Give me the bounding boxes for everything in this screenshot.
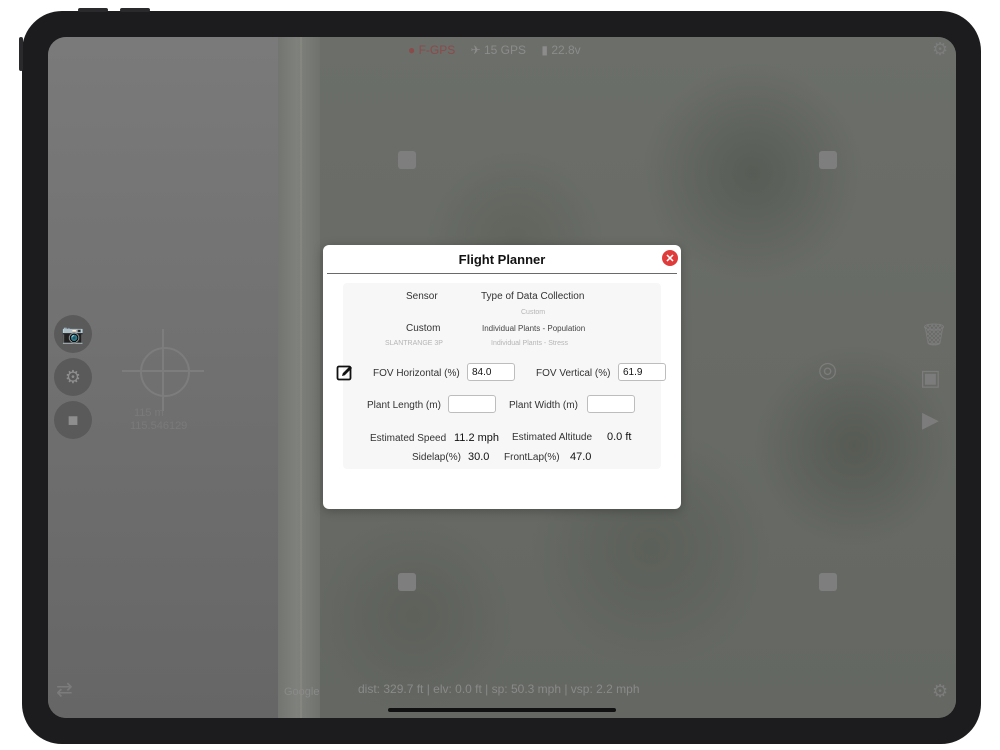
camera-icon: 📷: [61, 323, 85, 344]
sidelap-label: Sidelap(%): [412, 452, 461, 463]
edit-icon[interactable]: [336, 364, 354, 382]
settings-button[interactable]: ⚙: [54, 358, 92, 396]
plant-length-label: Plant Length (m): [367, 400, 441, 411]
waypoint-marker[interactable]: [398, 151, 416, 169]
est-altitude-label: Estimated Altitude: [512, 432, 593, 443]
fov-vertical-input[interactable]: [618, 363, 666, 381]
modal-title: Flight Planner: [458, 252, 546, 267]
title-divider: [327, 273, 677, 274]
home-indicator[interactable]: [388, 708, 616, 712]
coords-line1: 115 m: [134, 407, 164, 419]
frontlap-label: FrontLap(%): [504, 452, 560, 463]
waypoint-marker[interactable]: [398, 573, 416, 591]
est-speed-value: 11.2 mph: [454, 432, 500, 444]
save-icon[interactable]: ▣: [920, 365, 941, 391]
crosshair-icon: [140, 347, 190, 397]
video-button[interactable]: ■: [54, 401, 92, 439]
battery-indicator: ▮ 22.8v: [541, 43, 581, 57]
plant-width-input[interactable]: [587, 395, 635, 413]
gear-icon: ⚙: [64, 366, 82, 387]
fov-horizontal-label: FOV Horizontal (%): [373, 368, 460, 379]
status-bar: ● F-GPS ✈ 15 GPS ▮ 22.8v: [408, 43, 593, 57]
play-icon[interactable]: ▶: [922, 407, 939, 433]
close-button[interactable]: ✕: [662, 250, 678, 266]
flight-planner-modal: Flight Planner ✕ Sensor Type of Data Col…: [323, 245, 681, 509]
trash-icon[interactable]: 🗑: [920, 322, 948, 348]
crosshair-vertical: [162, 329, 164, 411]
est-altitude-value: 0.0 ft: [607, 431, 632, 443]
top-gear-icon[interactable]: ⚙: [932, 39, 948, 60]
sidelap-value: 30.0: [468, 451, 490, 463]
type-header: Type of Data Collection: [481, 291, 585, 302]
plant-length-input[interactable]: [448, 395, 496, 413]
sensor-header: Sensor: [406, 291, 438, 302]
plant-width-label: Plant Width (m): [509, 400, 578, 411]
type-faint: Custom: [521, 309, 546, 316]
type-faint2: Individual Plants - Stress: [491, 340, 569, 347]
volume-up-button: [78, 8, 108, 12]
bottom-gear-icon[interactable]: ⚙: [932, 681, 948, 702]
fgps-indicator: ● F-GPS: [408, 43, 456, 57]
type-value[interactable]: Individual Plants - Population: [482, 324, 585, 333]
gps-count: ✈ 15 GPS: [470, 43, 527, 57]
map-attribution: Google: [284, 686, 320, 698]
fov-vertical-label: FOV Vertical (%): [536, 368, 611, 379]
map-road: [278, 37, 320, 718]
coords-line2: 115.546129: [130, 420, 188, 432]
telemetry-bar: dist: 329.7 ft | elv: 0.0 ft | sp: 50.3 …: [358, 682, 640, 696]
swap-icon[interactable]: ⇄: [56, 677, 73, 702]
video-icon: ■: [67, 409, 79, 430]
rotate-icon[interactable]: ◎: [818, 357, 837, 383]
waypoint-marker[interactable]: [819, 151, 837, 169]
map-road-line: [300, 37, 302, 718]
fov-horizontal-input[interactable]: [467, 363, 515, 381]
est-speed-label: Estimated Speed: [370, 433, 447, 444]
sensor-faint: SLANTRANGE 3P: [385, 340, 443, 347]
close-icon: ✕: [665, 252, 675, 265]
camera-button[interactable]: 📷: [54, 315, 92, 353]
volume-down-button: [120, 8, 150, 12]
sensor-value[interactable]: Custom: [406, 323, 440, 334]
waypoint-marker[interactable]: [819, 573, 837, 591]
frontlap-value: 47.0: [570, 451, 592, 463]
power-button: [19, 37, 23, 71]
